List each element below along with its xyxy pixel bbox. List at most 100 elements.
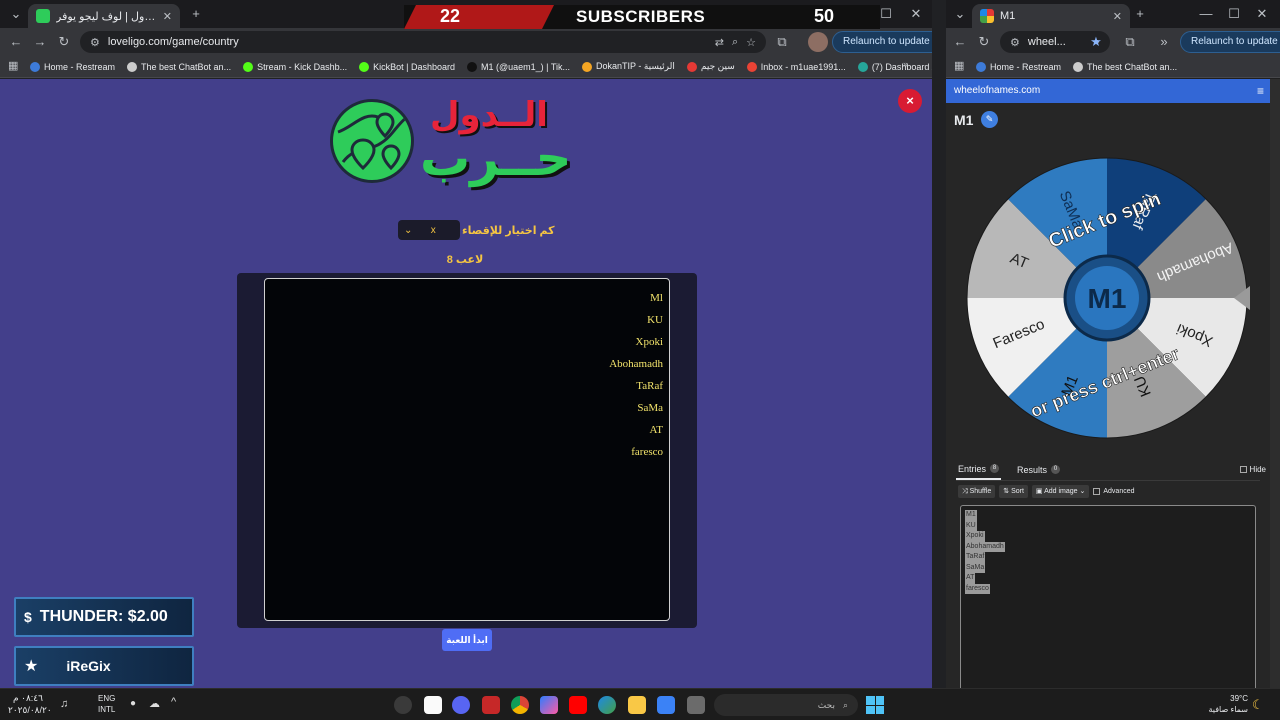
weather-widget[interactable]: 39°C سماء صافية <box>1200 693 1248 715</box>
bookmark-star-icon[interactable]: ☆ <box>746 36 756 49</box>
apps-grid-icon[interactable]: ▦ <box>8 59 18 72</box>
app-edge-icon[interactable] <box>598 696 616 714</box>
app-obs-icon[interactable] <box>394 696 412 714</box>
maximize-icon[interactable]: ☐ <box>1224 4 1244 24</box>
bookmark-item[interactable]: Home - Restream <box>30 61 115 72</box>
elimination-value: x <box>430 224 436 236</box>
app-notes-icon[interactable] <box>687 696 705 714</box>
relaunch-button[interactable]: Relaunch to update ⋮ <box>1180 31 1280 53</box>
new-tab-icon[interactable]: + <box>186 4 206 24</box>
bookmark-item[interactable]: (7) Dashboard / Stre... <box>857 61 932 72</box>
bookmark-item[interactable]: M1 (@uaem1_) | Tik... <box>467 61 570 72</box>
shuffle-button[interactable]: ⤨ Shuffle <box>958 484 996 498</box>
hide-checkbox[interactable]: Hide <box>1239 465 1266 474</box>
app-chrome-icon[interactable] <box>511 696 529 714</box>
app-voicemod-icon[interactable] <box>482 696 500 714</box>
profile-avatar[interactable] <box>808 32 828 52</box>
elimination-label: كم اختيار للإقصاء <box>462 225 555 237</box>
bookmark-item[interactable]: Stream - Kick Dashb... <box>243 61 347 72</box>
players-textarea[interactable]: Ml KU Xpoki Abohamadh TaRaf SaMa AT faresco <box>264 278 670 621</box>
bookmark-item[interactable]: The best ChatBot an... <box>1073 61 1177 72</box>
more-bookmarks-icon[interactable]: » <box>903 59 908 69</box>
bookmark-item[interactable]: DokanTIP - الرئيسية <box>582 61 675 72</box>
game-logo: الــدول حــرب <box>330 91 610 187</box>
app-youtube-icon[interactable] <box>569 696 587 714</box>
advanced-label: Advanced <box>1103 487 1135 495</box>
scrollbar[interactable] <box>1270 79 1280 688</box>
app-copilot-icon[interactable] <box>540 696 558 714</box>
cloud-icon[interactable]: ☁ <box>149 697 160 710</box>
sort-button[interactable]: ⇅ Sort <box>999 484 1028 498</box>
search-box[interactable]: بحث ⌕ <box>714 694 858 716</box>
back-icon[interactable]: ← <box>6 32 26 52</box>
forward-icon[interactable]: → <box>30 32 50 52</box>
close-window-icon[interactable]: ✕ <box>1252 4 1272 24</box>
tab-title: لعبة حرب الدول | لوف ليجو يوفر <box>56 10 157 23</box>
relaunch-button[interactable]: Relaunch to update ⋮ <box>832 31 932 53</box>
shuffle-label: Shuffle <box>969 487 992 495</box>
tab-game[interactable]: لعبة حرب الدول | لوف ليجو يوفر ✕ <box>28 4 180 28</box>
tray-overflow-icon[interactable]: ^ <box>171 696 176 708</box>
elimination-select[interactable]: ⌄ x <box>398 220 460 240</box>
translate-icon[interactable]: ⇄ <box>715 36 724 49</box>
close-window-icon[interactable]: ✕ <box>906 4 926 24</box>
start-windows-icon[interactable] <box>866 696 884 714</box>
wheel-favicon-icon <box>980 9 994 23</box>
extensions-icon[interactable]: ⧉ <box>1120 32 1140 52</box>
site-info-icon[interactable]: ⚙ <box>1010 36 1020 49</box>
bookmark-icon <box>976 61 986 72</box>
zoom-icon[interactable]: ⌕ <box>732 36 738 49</box>
tab-entries-label: Entries <box>958 463 987 474</box>
app-store-icon[interactable] <box>657 696 675 714</box>
bookmark-item[interactable]: KickBot | Dashboard <box>359 61 455 72</box>
entries-textarea[interactable]: M1 KU Xpoki Abohamadh TaRaf SaMa AT faresco <box>960 505 1256 688</box>
app-discord-icon[interactable] <box>452 696 470 714</box>
edit-pencil-icon[interactable]: ✎ <box>981 111 998 128</box>
tab-wheel[interactable]: M1 ✕ <box>972 4 1130 28</box>
site-favicon-icon <box>36 9 50 23</box>
extensions-icon[interactable]: ⧉ <box>772 32 792 52</box>
tab-entries[interactable]: Entries 8 <box>956 459 1002 480</box>
language-indicator[interactable]: ENG INTL <box>98 693 115 715</box>
bookmark-item[interactable]: سين جيم <box>686 61 735 72</box>
tab-search-icon[interactable]: ⌄ <box>950 4 970 24</box>
new-tab-icon[interactable]: + <box>1130 4 1150 24</box>
close-tab-icon[interactable]: ✕ <box>1113 10 1122 23</box>
clock[interactable]: ٠٨:٤٦ م ٢٠٢٥/٠٨/٢٠ <box>8 692 52 716</box>
apps-grid-icon[interactable]: ▦ <box>954 59 964 72</box>
close-game-button[interactable]: × <box>898 89 922 113</box>
reload-icon[interactable]: ↻ <box>54 32 74 52</box>
site-info-icon[interactable]: ⚙ <box>90 36 100 49</box>
player-name: KU <box>647 314 663 326</box>
site-name[interactable]: wheelofnames.com <box>954 85 1040 96</box>
microphone-icon[interactable]: ● <box>130 698 136 709</box>
player-count: 8 لاعب <box>446 254 484 266</box>
advanced-checkbox[interactable]: Advanced <box>1093 487 1135 495</box>
site-header: wheelofnames.com ≡ <box>946 79 1270 103</box>
tab-results[interactable]: Results 0 <box>1015 459 1062 480</box>
bookmark-star-icon[interactable]: ★ <box>1086 32 1106 52</box>
more-tools-icon[interactable]: » <box>1154 32 1174 52</box>
start-game-button[interactable]: ابدأ اللعبة <box>442 629 492 651</box>
entries-toolbar: ⤨ Shuffle ⇅ Sort ▣ Add image ⌄ Advanced <box>958 483 1135 499</box>
app-capcut-icon[interactable] <box>424 696 442 714</box>
minimize-icon[interactable]: — <box>1196 4 1216 24</box>
address-bar[interactable]: ⚙ loveligo.com/game/country ⇄ ⌕ ☆ <box>80 31 766 53</box>
reload-icon[interactable]: ↻ <box>974 32 994 52</box>
wheel-page: wheelofnames.com ≡ M1 ✎ TaRaf Abohamadh Xp… <box>946 79 1280 688</box>
app-explorer-icon[interactable] <box>628 696 646 714</box>
hamburger-menu-icon[interactable]: ≡ <box>1257 79 1264 103</box>
volume-icon[interactable]: ♫ <box>60 698 68 710</box>
bookmark-label: M1 (@uaem1_) | Tik... <box>481 61 570 72</box>
bookmark-item[interactable]: Home - Restream <box>976 61 1061 72</box>
bookmark-item[interactable]: The best ChatBot an... <box>127 61 231 72</box>
tab-search-icon[interactable]: ⌄ <box>6 4 26 24</box>
add-image-button[interactable]: ▣ Add image ⌄ <box>1031 484 1090 498</box>
back-icon[interactable]: ← <box>950 32 970 52</box>
bookmark-item[interactable]: Inbox - m1uae1991... <box>746 61 846 72</box>
sort-icon: ⇅ <box>1003 487 1010 495</box>
bookmark-icon <box>30 61 40 72</box>
chevron-down-icon: ⌄ <box>404 224 413 236</box>
name-wheel[interactable]: TaRafAbohamadhXpokiKUM1FarescoATSaMa M1 … <box>964 156 1254 446</box>
close-tab-icon[interactable]: ✕ <box>163 10 172 23</box>
